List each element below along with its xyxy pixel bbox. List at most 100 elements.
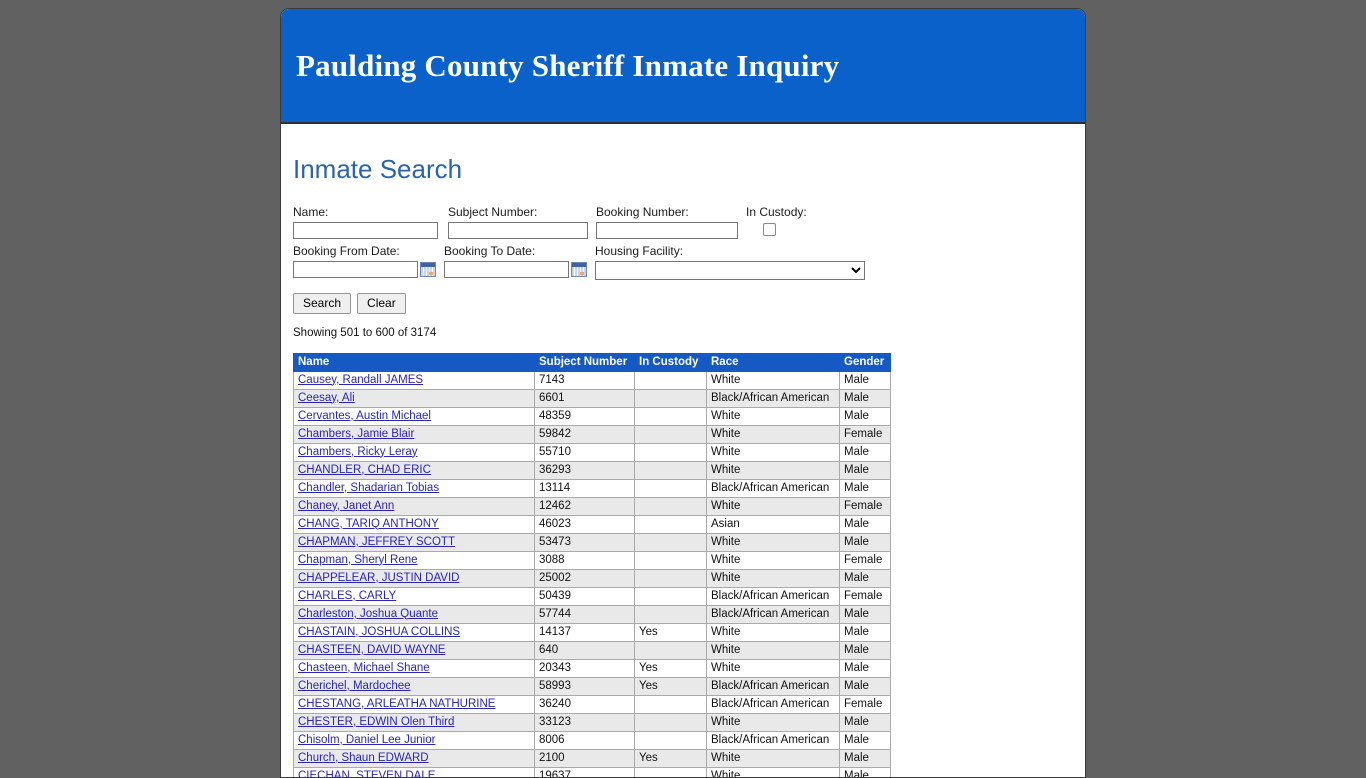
cell-gender: Male (839, 388, 891, 408)
table-row: Chisolm, Daniel Lee Junior 8006 Black/Afri… (293, 730, 891, 750)
cell-name: CHASTEEN, DAVID WAYNE (293, 640, 535, 660)
search-input-booking-from-date[interactable] (293, 260, 418, 278)
inmate-name-link[interactable]: CHAPPELEAR, JUSTIN DAVID (298, 572, 459, 584)
inmate-name-link[interactable]: CHASTAIN, JOSHUA COLLINS (298, 626, 460, 638)
calendar-icon[interactable] (571, 261, 587, 277)
cell-race: Black/African American (706, 388, 840, 408)
table-row: Church, Shaun EDWARD 2100 Yes White Male (293, 748, 891, 768)
inmate-name-link[interactable]: CHASTEEN, DAVID WAYNE (298, 644, 445, 656)
table-row: Chambers, Ricky Leray 55710 White Male (293, 442, 891, 462)
in-custody-checkbox[interactable] (763, 222, 776, 236)
site-banner: Paulding County Sheriff Inmate Inquiry (281, 9, 1085, 124)
inmate-name-link[interactable]: Chandler, Shadarian Tobias (298, 482, 439, 494)
cell-race: White (706, 532, 840, 552)
inmate-name-link[interactable]: Chambers, Jamie Blair (298, 428, 414, 440)
cell-race: Black/African American (706, 676, 840, 696)
cell-name: CHAPPELEAR, JUSTIN DAVID (293, 568, 535, 588)
cell-name: CHASTAIN, JOSHUA COLLINS (293, 622, 535, 642)
cell-race: Asian (706, 514, 840, 534)
cell-gender: Male (839, 604, 891, 624)
column-header-subject-number[interactable]: Subject Number (534, 352, 635, 372)
cell-race: White (706, 640, 840, 660)
cell-in-custody (634, 730, 707, 750)
housing-facility-label: Housing Facility: (595, 243, 684, 258)
booking-to-date-wrap (444, 260, 587, 278)
housing-facility-select[interactable] (595, 260, 865, 280)
cell-subject-number: 19637 (534, 766, 635, 777)
cell-subject-number: 50439 (534, 586, 635, 606)
in-custody-label: In Custody: (746, 204, 807, 219)
inmate-name-link[interactable]: Cherichel, Mardochee (298, 680, 411, 692)
inmate-name-link[interactable]: Ceesay, Ali (298, 392, 355, 404)
cell-race: White (706, 424, 840, 444)
booking-number-label: Booking Number: (596, 204, 689, 219)
search-input-booking-number[interactable] (596, 221, 738, 239)
column-header-gender[interactable]: Gender (839, 352, 891, 372)
cell-gender: Male (839, 658, 891, 678)
search-input-name[interactable] (293, 221, 438, 239)
cell-subject-number: 59842 (534, 424, 635, 444)
search-button[interactable]: Search (293, 292, 352, 314)
cell-name: CHANDLER, CHAD ERIC (293, 460, 535, 480)
table-row: CHAPPELEAR, JUSTIN DAVID 25002 White Male (293, 568, 891, 588)
inmate-name-link[interactable]: Chasteen, Michael Shane (298, 662, 430, 674)
inmate-name-link[interactable]: CHANDLER, CHAD ERIC (298, 464, 431, 476)
cell-in-custody (634, 586, 707, 606)
inmate-name-link[interactable]: CHESTER, EDWIN Olen Third (298, 716, 454, 728)
cell-name: Church, Shaun EDWARD (293, 748, 535, 768)
cell-subject-number: 20343 (534, 658, 635, 678)
cell-name: Cervantes, Austin Michael (293, 406, 535, 426)
calendar-icon[interactable] (420, 261, 436, 277)
table-header: Name Subject Number In Custody Race Gend… (293, 352, 891, 372)
inmate-name-link[interactable]: Causey, Randall JAMES (298, 374, 423, 386)
cell-race: White (706, 406, 840, 426)
column-header-in-custody[interactable]: In Custody (634, 352, 707, 372)
inmate-name-link[interactable]: Chisolm, Daniel Lee Junior (298, 734, 435, 746)
cell-in-custody (634, 640, 707, 660)
inmate-name-link[interactable]: CHAPMAN, JEFFREY SCOTT (298, 536, 455, 548)
cell-name: Chaney, Janet Ann (293, 496, 535, 516)
cell-gender: Female (839, 694, 891, 714)
search-input-subject-number[interactable] (448, 221, 588, 239)
column-header-name[interactable]: Name (293, 352, 535, 372)
table-row: CHASTEEN, DAVID WAYNE 640 White Male (293, 640, 891, 660)
booking-from-date-wrap (293, 260, 436, 278)
table-row: Chasteen, Michael Shane 20343 Yes White Male (293, 658, 891, 678)
table-row: CHASTAIN, JOSHUA COLLINS 14137 Yes White Mal… (293, 622, 891, 642)
inmate-name-link[interactable]: CHANG, TARIQ ANTHONY (298, 518, 439, 530)
cell-gender: Male (839, 676, 891, 696)
cell-race: White (706, 712, 840, 732)
cell-gender: Male (839, 370, 891, 390)
cell-subject-number: 36240 (534, 694, 635, 714)
search-input-booking-to-date[interactable] (444, 260, 569, 278)
housing-facility-field-group: Housing Facility: (595, 243, 865, 280)
inmate-name-link[interactable]: CIECHAN, STEVEN DALE (298, 770, 435, 777)
cell-gender: Male (839, 514, 891, 534)
cell-race: Black/African American (706, 604, 840, 624)
inmate-name-link[interactable]: CHESTANG, ARLEATHA NATHURINE (298, 698, 495, 710)
inmate-name-link[interactable]: Charleston, Joshua Quante (298, 608, 438, 620)
cell-name: Chapman, Sheryl Rene (293, 550, 535, 570)
table-row: CHESTANG, ARLEATHA NATHURINE 36240 Black/A… (293, 694, 891, 714)
inmate-name-link[interactable]: Chaney, Janet Ann (298, 500, 394, 512)
results-count: Showing 501 to 600 of 3174 (293, 326, 437, 339)
inmate-name-link[interactable]: CHARLES, CARLY (298, 590, 396, 602)
cell-subject-number: 13114 (534, 478, 635, 498)
name-label: Name: (293, 204, 329, 219)
booking-to-date-label: Booking To Date: (444, 243, 536, 258)
cell-gender: Male (839, 478, 891, 498)
table-row: Chambers, Jamie Blair 59842 White Female (293, 424, 891, 444)
clear-button[interactable]: Clear (357, 292, 406, 314)
cell-gender: Male (839, 730, 891, 750)
cell-in-custody (634, 712, 707, 732)
cell-subject-number: 48359 (534, 406, 635, 426)
cell-race: Black/African American (706, 730, 840, 750)
inmate-name-link[interactable]: Chambers, Ricky Leray (298, 446, 418, 458)
inmate-name-link[interactable]: Church, Shaun EDWARD (298, 752, 429, 764)
inmate-name-link[interactable]: Cervantes, Austin Michael (298, 410, 431, 422)
in-custody-checkbox-wrap (746, 222, 807, 236)
inmate-name-link[interactable]: Chapman, Sheryl Rene (298, 554, 418, 566)
cell-in-custody: Yes (634, 676, 707, 696)
cell-race: White (706, 442, 840, 462)
column-header-race[interactable]: Race (706, 352, 840, 372)
